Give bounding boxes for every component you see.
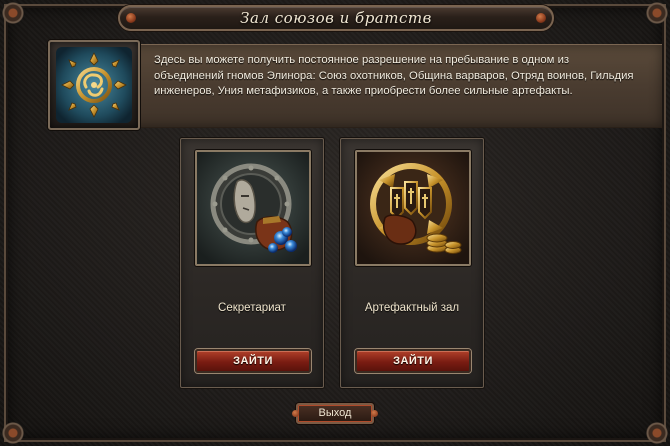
- corner-rivet-icon: [646, 2, 668, 24]
- title-plate: Зал союзов и братств: [118, 5, 554, 31]
- corner-rivet-icon: [2, 422, 24, 444]
- emblem-frame: [48, 40, 140, 130]
- card-label: Секретариат: [218, 302, 286, 314]
- card-label: Артефактный зал: [364, 302, 460, 314]
- rivet-icon: [536, 13, 546, 23]
- card-artifact-hall[interactable]: Артефактный зал ЗАЙТИ: [340, 138, 484, 388]
- info-description: Здесь вы можете получить постоянное разр…: [154, 54, 634, 98]
- rivet-icon: [126, 13, 136, 23]
- info-banner: Здесь вы можете получить постоянное разр…: [40, 40, 662, 130]
- enter-artifact-hall-button[interactable]: ЗАЙТИ: [355, 349, 471, 373]
- enter-secretariat-button[interactable]: ЗАЙТИ: [195, 349, 311, 373]
- card-art[interactable]: [355, 150, 471, 266]
- secretariat-art-icon: [197, 152, 309, 264]
- card-art[interactable]: [195, 150, 311, 266]
- exit-button[interactable]: Выход: [292, 403, 378, 424]
- exit-label: Выход: [318, 407, 352, 419]
- corner-rivet-icon: [2, 2, 24, 24]
- rivet-icon: [292, 410, 299, 417]
- card-secretariat[interactable]: Секретариат ЗАЙТИ: [180, 138, 324, 388]
- artifact-hall-art-icon: [357, 152, 469, 264]
- window-title: Зал союзов и братств: [240, 9, 432, 27]
- corner-rivet-icon: [646, 422, 668, 444]
- rivet-icon: [371, 410, 378, 417]
- alliance-emblem-icon: [56, 47, 132, 123]
